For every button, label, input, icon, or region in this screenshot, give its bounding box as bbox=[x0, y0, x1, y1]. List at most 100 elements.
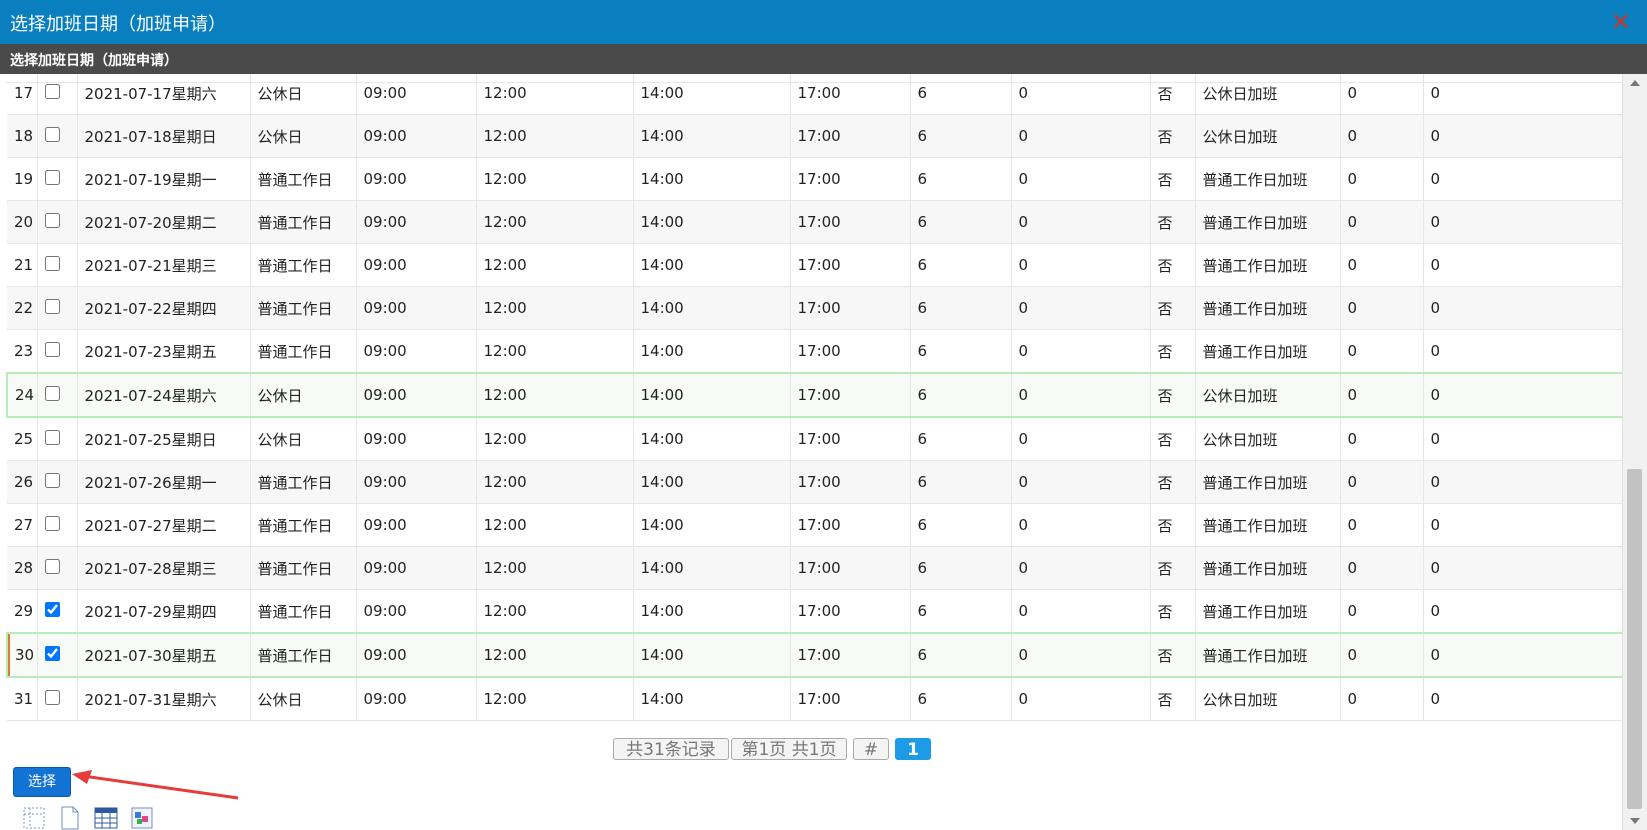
overtime-type-cell: 普通工作日加班 bbox=[1195, 329, 1341, 374]
table-row[interactable]: 24 2021-07-24星期六 公休日 09:00 12:00 14:00 17:00 6 0… bbox=[6, 372, 1622, 418]
table-row[interactable]: 18 2021-07-18星期日 公休日 09:00 12:00 14:00 17:00 6 0… bbox=[7, 114, 1622, 158]
day-type-cell: 公休日 bbox=[250, 417, 357, 461]
row-checkbox[interactable] bbox=[44, 645, 60, 661]
value-cell: 0 bbox=[1011, 632, 1151, 678]
table-row[interactable]: 25 2021-07-25星期日 公休日 09:00 12:00 14:00 17:00 6 0… bbox=[7, 417, 1622, 461]
table-row[interactable]: 21 2021-07-21星期三 普通工作日 09:00 12:00 14:00 17:00… bbox=[7, 243, 1622, 287]
overtime-type-cell: 普通工作日加班 bbox=[1195, 632, 1341, 678]
value-cell-2: 0 bbox=[1340, 632, 1424, 678]
afternoon-end-cell: 17:00 bbox=[790, 329, 911, 374]
pager-page-1-button[interactable]: 1 bbox=[895, 738, 931, 760]
value-cell-2: 0 bbox=[1340, 589, 1424, 634]
table-row[interactable]: 26 2021-07-26星期一 普通工作日 09:00 12:00 14:00 17:00… bbox=[7, 460, 1622, 504]
morning-start-cell: 09:00 bbox=[356, 632, 477, 678]
hours-cell: 6 bbox=[910, 286, 1012, 330]
table-row[interactable]: 23 2021-07-23星期五 普通工作日 09:00 12:00 14:00 17:00… bbox=[7, 329, 1622, 374]
value-cell: 0 bbox=[1011, 677, 1151, 721]
table-row[interactable]: 28 2021-07-28星期三 普通工作日 09:00 12:00 14:00 17:00… bbox=[7, 546, 1622, 590]
vertical-scrollbar[interactable] bbox=[1622, 74, 1647, 830]
value-cell: 0 bbox=[1011, 460, 1151, 504]
row-number: 24 bbox=[6, 372, 38, 418]
row-number: 18 bbox=[7, 114, 38, 158]
afternoon-start-cell: 14:00 bbox=[633, 74, 791, 115]
morning-start-cell: 09:00 bbox=[356, 503, 477, 547]
value-cell-3: 0 bbox=[1423, 589, 1622, 634]
row-checkbox[interactable] bbox=[44, 212, 60, 228]
value-cell-2: 0 bbox=[1340, 503, 1424, 547]
value-cell-3: 0 bbox=[1423, 632, 1622, 678]
table-row[interactable]: 20 2021-07-20星期二 普通工作日 09:00 12:00 14:00 17:00… bbox=[7, 200, 1622, 244]
grid-container: 17 2021-07-17星期六 公休日 09:00 12:00 14:00 17:00 6 0… bbox=[6, 74, 1622, 830]
select-button[interactable]: 选择 bbox=[13, 767, 71, 797]
table-row[interactable]: 30 2021-07-30星期五 普通工作日 09:00 12:00 14:00 17:00… bbox=[6, 632, 1622, 678]
hours-cell: 6 bbox=[910, 243, 1012, 287]
row-checkbox-cell bbox=[37, 286, 78, 330]
row-checkbox[interactable] bbox=[44, 515, 60, 531]
table-row[interactable]: 17 2021-07-17星期六 公休日 09:00 12:00 14:00 17:00 6 0… bbox=[7, 74, 1622, 115]
overtime-type-cell: 公休日加班 bbox=[1195, 417, 1341, 461]
table-row[interactable]: 29 2021-07-29星期四 普通工作日 09:00 12:00 14:00 17:00… bbox=[7, 589, 1622, 634]
overtime-type-cell: 普通工作日加班 bbox=[1195, 157, 1341, 201]
date-cell: 2021-07-18星期日 bbox=[77, 114, 251, 158]
pager-hash-button[interactable]: # bbox=[853, 738, 889, 760]
value-cell: 0 bbox=[1011, 589, 1151, 634]
day-type-cell: 普通工作日 bbox=[250, 460, 357, 504]
hours-cell: 6 bbox=[910, 503, 1012, 547]
value-cell-2: 0 bbox=[1340, 460, 1424, 504]
grid-dotted-icon[interactable] bbox=[22, 806, 46, 830]
row-checkbox[interactable] bbox=[44, 341, 60, 357]
row-number: 30 bbox=[6, 632, 38, 678]
calendar-table-icon[interactable] bbox=[94, 806, 118, 830]
value-cell-2: 0 bbox=[1340, 74, 1424, 115]
row-number: 27 bbox=[7, 503, 38, 547]
row-checkbox[interactable] bbox=[44, 255, 60, 271]
table-row[interactable]: 22 2021-07-22星期四 普通工作日 09:00 12:00 14:00 17:00… bbox=[7, 286, 1622, 330]
row-number: 20 bbox=[7, 200, 38, 244]
row-checkbox[interactable] bbox=[44, 472, 60, 488]
row-checkbox[interactable] bbox=[44, 298, 60, 314]
table-row[interactable]: 27 2021-07-27星期二 普通工作日 09:00 12:00 14:00 17:00… bbox=[7, 503, 1622, 547]
table-row[interactable]: 31 2021-07-31星期六 公休日 09:00 12:00 14:00 17:00 6 0… bbox=[7, 677, 1622, 721]
flag-cell: 否 bbox=[1150, 460, 1196, 504]
red-arrow-annotation bbox=[72, 770, 239, 800]
puzzle-color-icon[interactable] bbox=[130, 806, 154, 830]
morning-start-cell: 09:00 bbox=[356, 546, 477, 590]
row-checkbox[interactable] bbox=[44, 83, 60, 99]
row-checkbox[interactable] bbox=[44, 601, 60, 617]
row-checkbox[interactable] bbox=[44, 169, 60, 185]
morning-start-cell: 09:00 bbox=[356, 589, 477, 634]
value-cell-2: 0 bbox=[1340, 114, 1424, 158]
afternoon-start-cell: 14:00 bbox=[633, 372, 791, 418]
scroll-up-icon[interactable] bbox=[1630, 80, 1640, 86]
hours-cell: 6 bbox=[910, 546, 1012, 590]
afternoon-end-cell: 17:00 bbox=[790, 632, 911, 678]
scroll-down-icon[interactable] bbox=[1630, 818, 1640, 824]
value-cell-2: 0 bbox=[1340, 417, 1424, 461]
afternoon-start-cell: 14:00 bbox=[633, 200, 791, 244]
row-checkbox[interactable] bbox=[44, 126, 60, 142]
close-icon[interactable]: ✕ bbox=[1611, 8, 1631, 36]
row-checkbox[interactable] bbox=[44, 385, 60, 401]
row-checkbox[interactable] bbox=[44, 558, 60, 574]
morning-end-cell: 12:00 bbox=[476, 460, 634, 504]
overtime-type-cell: 普通工作日加班 bbox=[1195, 460, 1341, 504]
row-number: 29 bbox=[7, 589, 38, 634]
value-cell-2: 0 bbox=[1340, 329, 1424, 374]
row-number: 28 bbox=[7, 546, 38, 590]
row-number: 17 bbox=[7, 74, 38, 115]
value-cell: 0 bbox=[1011, 243, 1151, 287]
value-cell-3: 0 bbox=[1423, 503, 1622, 547]
afternoon-start-cell: 14:00 bbox=[633, 546, 791, 590]
scrollbar-thumb[interactable] bbox=[1627, 469, 1642, 809]
row-checkbox[interactable] bbox=[44, 689, 60, 705]
hours-cell: 6 bbox=[910, 329, 1012, 374]
day-type-cell: 普通工作日 bbox=[250, 589, 357, 634]
blank-page-icon[interactable] bbox=[58, 806, 82, 830]
afternoon-start-cell: 14:00 bbox=[633, 157, 791, 201]
row-checkbox-cell bbox=[37, 503, 78, 547]
table-row[interactable]: 19 2021-07-19星期一 普通工作日 09:00 12:00 14:00 17:00… bbox=[7, 157, 1622, 201]
row-checkbox[interactable] bbox=[44, 429, 60, 445]
afternoon-start-cell: 14:00 bbox=[633, 114, 791, 158]
day-type-cell: 公休日 bbox=[250, 677, 357, 721]
morning-start-cell: 09:00 bbox=[356, 74, 477, 115]
